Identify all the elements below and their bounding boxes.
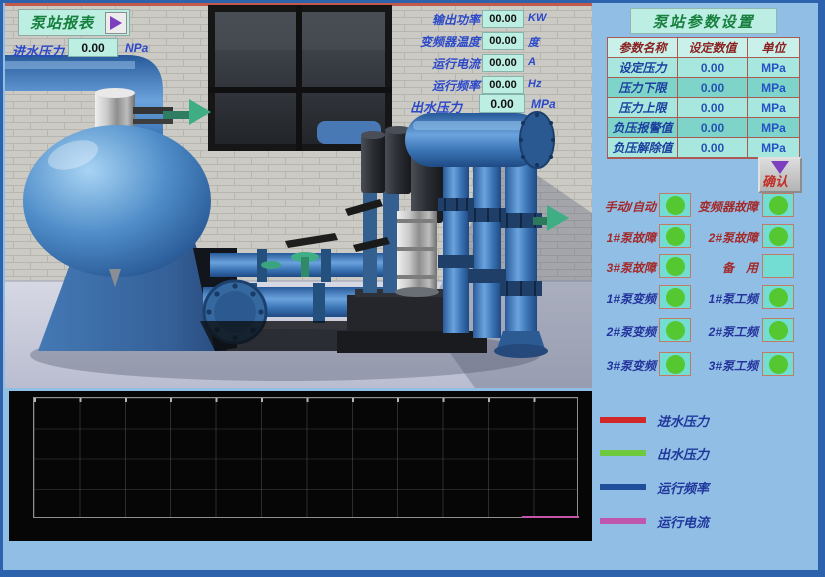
status-label-pump2-vfd: 2#泵变频 (588, 323, 656, 340)
running-frequency-unit: Hz (528, 78, 541, 90)
param-name: 压力下限 (608, 78, 678, 98)
param-name: 负压报警值 (608, 118, 678, 138)
status-indicator-vfd-fault (762, 193, 794, 217)
legend-swatch-running-frequency (600, 484, 646, 490)
status-lamp (666, 227, 685, 246)
trend-chart-area (9, 391, 592, 541)
confirm-button[interactable]: 确认 (758, 157, 802, 193)
trend-plot (33, 397, 578, 518)
inlet-pressure-unit: NPa (125, 41, 148, 55)
param-unit: MPa (748, 138, 799, 158)
status-indicator-pump1-fault (659, 224, 691, 248)
confirm-button-label: 确认 (762, 171, 788, 190)
settings-panel-title: 泵站参数设置 (630, 8, 777, 34)
pump-station-hmi: 泵站报表 进水压力 0.00 NPa 输出功率 00.00 KW 变频器温度 0… (0, 0, 825, 577)
status-lamp (769, 321, 788, 340)
running-frequency-label: 运行频率 (396, 77, 480, 94)
status-label-auto-manual: 手动/自动 (588, 198, 656, 215)
vfd-temperature-label: 变频器温度 (396, 33, 480, 50)
col-header-unit: 单位 (748, 38, 799, 58)
legend-swatch-inlet-pressure (600, 417, 646, 423)
status-indicator-spare (762, 254, 794, 278)
status-lamp (666, 288, 685, 307)
col-header-setvalue: 设定数值 (678, 38, 748, 58)
legend-label-running-frequency: 运行频率 (657, 478, 709, 497)
legend-swatch-outlet-pressure (600, 450, 646, 456)
status-label-pump1-fault: 1#泵故障 (588, 229, 656, 246)
legend-label-inlet-pressure: 进水压力 (657, 411, 709, 430)
status-indicator-auto-manual (659, 193, 691, 217)
param-setvalue-input[interactable]: 0.00 (678, 138, 748, 158)
param-name: 压力上限 (608, 98, 678, 118)
status-lamp (769, 288, 788, 307)
param-setvalue-input[interactable]: 0.00 (678, 118, 748, 138)
status-label-pump1-vfd: 1#泵变频 (588, 290, 656, 307)
status-indicator-pump1-mains (762, 285, 794, 309)
status-lamp (666, 196, 685, 215)
status-label-pump2-mains: 2#泵工频 (688, 323, 758, 340)
legend-label-running-current: 运行电流 (657, 512, 709, 531)
status-lamp (666, 257, 685, 276)
param-unit: MPa (748, 118, 799, 138)
status-lamp (666, 355, 685, 374)
param-unit: MPa (748, 98, 799, 118)
inlet-pressure-value: 0.00 (68, 38, 118, 57)
status-lamp (769, 227, 788, 246)
running-current-unit: A (528, 56, 536, 68)
param-setvalue-input[interactable]: 0.00 (678, 98, 748, 118)
output-power-value: 00.00 (482, 10, 524, 28)
param-setvalue-input[interactable]: 0.00 (678, 58, 748, 78)
status-label-pump3-fault: 3#泵故障 (588, 259, 656, 276)
play-triangle-icon (105, 12, 127, 34)
parameter-table: 参数名称 设定数值 单位 设定压力 0.00 MPa 压力下限 0.00 MPa… (607, 37, 800, 159)
status-label-spare: 备 用 (688, 259, 758, 276)
status-label-pump2-fault: 2#泵故障 (688, 229, 758, 246)
status-label-pump1-mains: 1#泵工频 (688, 290, 758, 307)
param-unit: MPa (748, 58, 799, 78)
col-header-name: 参数名称 (608, 38, 678, 58)
status-lamp (666, 321, 685, 340)
outlet-pressure-label: 出水压力 (410, 97, 462, 116)
status-indicator-pump3-vfd (659, 352, 691, 376)
status-indicator-pump2-fault (762, 224, 794, 248)
report-button[interactable]: 泵站报表 (18, 9, 130, 36)
output-power-unit: KW (528, 12, 546, 24)
running-current-value: 00.00 (482, 54, 524, 72)
param-name: 设定压力 (608, 58, 678, 78)
running-current-label: 运行电流 (396, 55, 480, 72)
status-label-vfd-fault: 变频器故障 (688, 198, 758, 215)
status-lamp (769, 196, 788, 215)
status-indicator-pump3-mains (762, 352, 794, 376)
vfd-temperature-unit: 度 (528, 34, 539, 50)
status-indicator-pump3-fault (659, 254, 691, 278)
outlet-pressure-unit: MPa (531, 97, 556, 111)
legend-label-outlet-pressure: 出水压力 (657, 444, 709, 463)
status-indicator-pump1-vfd (659, 285, 691, 309)
status-indicator-pump2-mains (762, 318, 794, 342)
status-indicator-pump2-vfd (659, 318, 691, 342)
running-frequency-value: 00.00 (482, 76, 524, 94)
param-unit: MPa (748, 78, 799, 98)
status-label-pump3-mains: 3#泵工频 (688, 357, 758, 374)
running-current-trace (522, 516, 579, 518)
param-name: 负压解除值 (608, 138, 678, 158)
report-button-label: 泵站报表 (19, 12, 105, 33)
vfd-temperature-value: 00.00 (482, 32, 524, 50)
status-lamp (769, 355, 788, 374)
legend-swatch-running-current (600, 518, 646, 524)
param-setvalue-input[interactable]: 0.00 (678, 78, 748, 98)
outlet-pressure-value: 0.00 (479, 94, 525, 113)
status-label-pump3-vfd: 3#泵变频 (588, 357, 656, 374)
output-power-label: 输出功率 (396, 11, 480, 28)
inlet-pressure-label: 进水压力 (12, 41, 64, 60)
